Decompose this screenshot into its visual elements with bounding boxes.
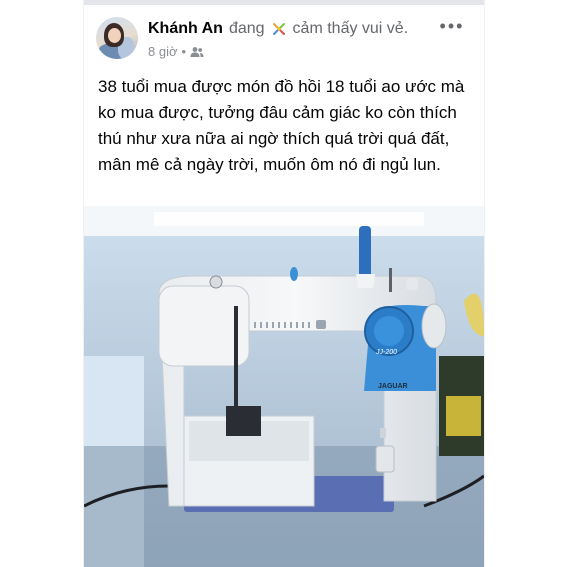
facebook-post: Khánh An đang cảm thấy vui vẻ. ••• 8 giờ… <box>84 0 484 567</box>
timestamp[interactable]: 8 giờ <box>148 44 178 59</box>
top-divider <box>84 0 484 5</box>
post-header: Khánh An đang cảm thấy vui vẻ. <box>148 17 408 41</box>
friends-icon <box>190 46 204 57</box>
confetti-icon <box>272 23 285 35</box>
activity-word: đang <box>228 20 265 37</box>
avatar[interactable] <box>96 17 138 59</box>
post-meta: 8 giờ • <box>148 44 204 59</box>
author-name[interactable]: Khánh An <box>148 20 223 38</box>
post-text: 38 tuổi mua được món đồ hồi 18 tuổi ao ư… <box>98 77 465 174</box>
meta-separator: • <box>181 44 187 59</box>
brand-label: JAGUAR <box>378 383 408 390</box>
svg-text:JJ-200: JJ-200 <box>375 349 397 356</box>
sewing-machine-photo[interactable]: JJ-200 JAGUAR <box>84 206 484 567</box>
more-options-icon[interactable]: ••• <box>438 14 466 38</box>
feeling-text[interactable]: cảm thấy vui vẻ. <box>293 20 409 38</box>
